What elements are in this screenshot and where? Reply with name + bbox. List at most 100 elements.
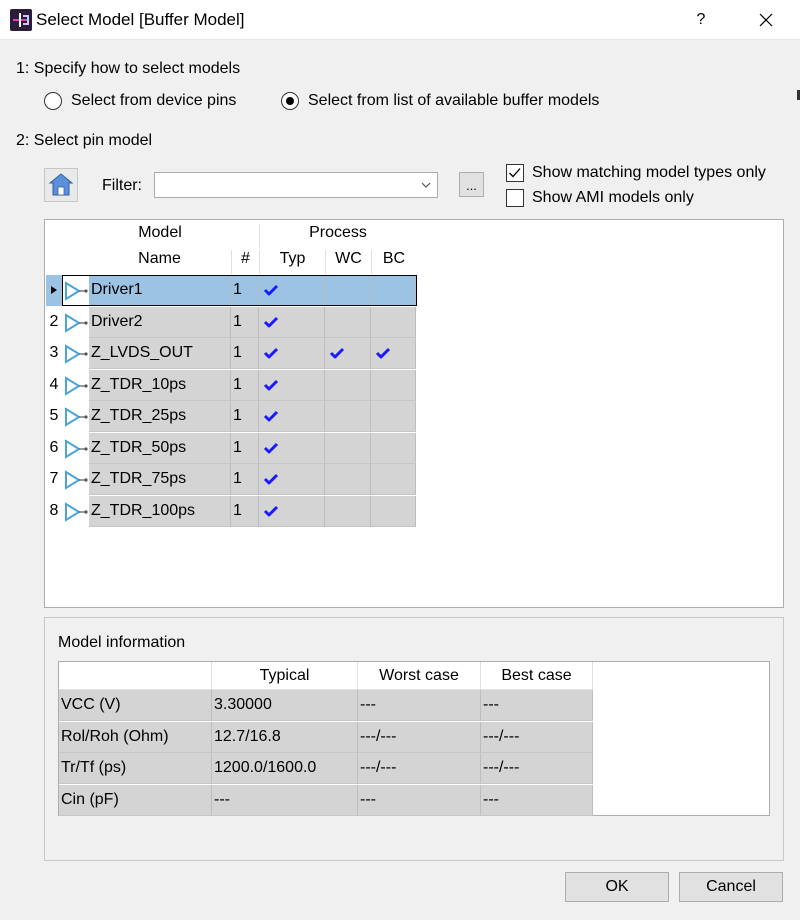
cell-name[interactable]: Z_TDR_100ps xyxy=(89,495,231,527)
section-1-label: 1: Specify how to select models xyxy=(16,60,241,77)
cell-bc[interactable] xyxy=(371,306,416,338)
radio-buffer-models[interactable]: Select from list of available buffer mod… xyxy=(281,92,599,110)
driver-icon xyxy=(65,501,88,522)
cell-name[interactable]: Z_TDR_50ps xyxy=(89,432,231,464)
home-icon xyxy=(48,173,74,196)
driver-icon xyxy=(65,312,88,333)
cell-name[interactable]: Z_TDR_75ps xyxy=(89,464,231,495)
show-ami-checkbox[interactable]: Show AMI models only xyxy=(506,189,694,207)
info-cell: 3.30000 xyxy=(212,690,358,721)
cell-typ[interactable] xyxy=(259,275,325,306)
cell-count[interactable]: 1 xyxy=(231,495,259,527)
cell-typ[interactable] xyxy=(259,464,325,495)
filter-label: Filter: xyxy=(102,177,142,194)
check-typ-icon xyxy=(263,316,279,327)
cell-count[interactable]: 1 xyxy=(231,275,259,306)
cell-count[interactable]: 1 xyxy=(231,338,259,369)
column-header-count[interactable]: # xyxy=(231,250,259,274)
cell-typ[interactable] xyxy=(259,369,325,401)
close-button[interactable] xyxy=(752,6,780,34)
cell-wc[interactable] xyxy=(325,306,371,338)
row-number[interactable]: 2 xyxy=(46,313,62,331)
show-matching-checkbox[interactable]: Show matching model types only xyxy=(506,164,766,182)
cell-bc[interactable] xyxy=(371,495,416,527)
cell-wc[interactable] xyxy=(325,401,371,432)
cell-wc[interactable] xyxy=(325,338,371,369)
cell-wc[interactable] xyxy=(325,369,371,401)
app-logo-icon xyxy=(10,9,32,31)
cell-bc[interactable] xyxy=(371,369,416,401)
radio-device-pins-label: Select from device pins xyxy=(71,92,237,109)
info-row-label: Cin (pF) xyxy=(59,784,212,816)
cell-bc[interactable] xyxy=(371,432,416,464)
browse-button[interactable]: ... xyxy=(459,172,484,197)
info-cell: --- xyxy=(481,690,593,721)
cell-name[interactable]: Driver2 xyxy=(89,306,231,338)
cell-count[interactable]: 1 xyxy=(231,369,259,401)
cell-wc[interactable] xyxy=(325,464,371,495)
column-header-typ[interactable]: Typ xyxy=(259,250,325,274)
radio-device-pins[interactable]: Select from device pins xyxy=(44,92,236,110)
row-number[interactable]: 3 xyxy=(46,344,62,362)
cell-name[interactable]: Z_LVDS_OUT xyxy=(89,338,231,369)
show-ami-label: Show AMI models only xyxy=(532,189,694,206)
check-typ-icon xyxy=(263,284,279,296)
info-row-label: VCC (V) xyxy=(59,690,212,721)
cell-bc[interactable] xyxy=(371,275,416,306)
row-number[interactable]: 6 xyxy=(46,439,62,457)
cell-count[interactable]: 1 xyxy=(231,464,259,495)
filter-combobox[interactable] xyxy=(154,172,438,198)
model-grid[interactable]: Model Process Name # Typ WC BC Driver1 1 2… xyxy=(44,219,784,608)
column-header-name[interactable]: Name xyxy=(89,250,230,274)
section-2-label: 2: Select pin model xyxy=(16,132,153,149)
cancel-button[interactable]: Cancel xyxy=(679,872,783,902)
column-header-wc[interactable]: WC xyxy=(325,250,371,274)
cell-typ[interactable] xyxy=(259,338,325,369)
check-typ-icon xyxy=(263,410,279,422)
cell-bc[interactable] xyxy=(371,464,416,495)
process-group-header: Process xyxy=(259,224,416,248)
row-indicator[interactable] xyxy=(46,275,62,306)
cell-typ[interactable] xyxy=(259,495,325,527)
cell-name[interactable]: Z_TDR_10ps xyxy=(89,369,231,401)
checkbox-box xyxy=(506,164,524,182)
ok-button[interactable]: OK xyxy=(565,872,669,902)
cell-wc[interactable] xyxy=(325,495,371,527)
chevron-down-icon xyxy=(421,182,431,188)
driver-icon xyxy=(65,470,88,490)
home-button[interactable] xyxy=(44,168,78,202)
driver-icon xyxy=(65,375,88,396)
info-cell: --- xyxy=(358,784,481,816)
row-number[interactable]: 8 xyxy=(46,502,62,520)
title-bar: Select Model [Buffer Model] ? xyxy=(0,0,800,40)
row-number[interactable]: 4 xyxy=(46,376,62,394)
help-button[interactable]: ? xyxy=(690,8,712,32)
info-column-header: Best case xyxy=(481,662,593,690)
cell-count[interactable]: 1 xyxy=(231,432,259,464)
column-header-bc[interactable]: BC xyxy=(371,250,416,274)
info-row-label: Tr/Tf (ps) xyxy=(59,753,212,784)
radio-circle xyxy=(44,92,62,110)
cell-wc[interactable] xyxy=(325,275,371,306)
model-info-table: Typical Worst case Best case VCC (V) 3.30000… xyxy=(58,661,770,816)
cell-count[interactable]: 1 xyxy=(231,401,259,432)
info-cell: ---/--- xyxy=(481,721,593,753)
info-column-header xyxy=(59,662,212,690)
cell-typ[interactable] xyxy=(259,306,325,338)
driver-icon xyxy=(65,438,88,459)
cell-count[interactable]: 1 xyxy=(231,306,259,338)
cell-typ[interactable] xyxy=(259,432,325,464)
row-number[interactable]: 5 xyxy=(46,407,62,425)
cell-name[interactable]: Z_TDR_25ps xyxy=(89,401,231,432)
info-column-header: Typical xyxy=(212,662,358,690)
cell-name[interactable]: Driver1 xyxy=(89,275,231,306)
check-typ-icon xyxy=(263,379,279,390)
row-number[interactable]: 7 xyxy=(46,470,62,488)
radio-buffer-models-label: Select from list of available buffer mod… xyxy=(308,92,600,109)
cell-wc[interactable] xyxy=(325,432,371,464)
cell-typ[interactable] xyxy=(259,401,325,432)
check-typ-icon xyxy=(263,505,279,516)
cell-bc[interactable] xyxy=(371,338,416,369)
check-wc-icon xyxy=(329,347,345,359)
cell-bc[interactable] xyxy=(371,401,416,432)
